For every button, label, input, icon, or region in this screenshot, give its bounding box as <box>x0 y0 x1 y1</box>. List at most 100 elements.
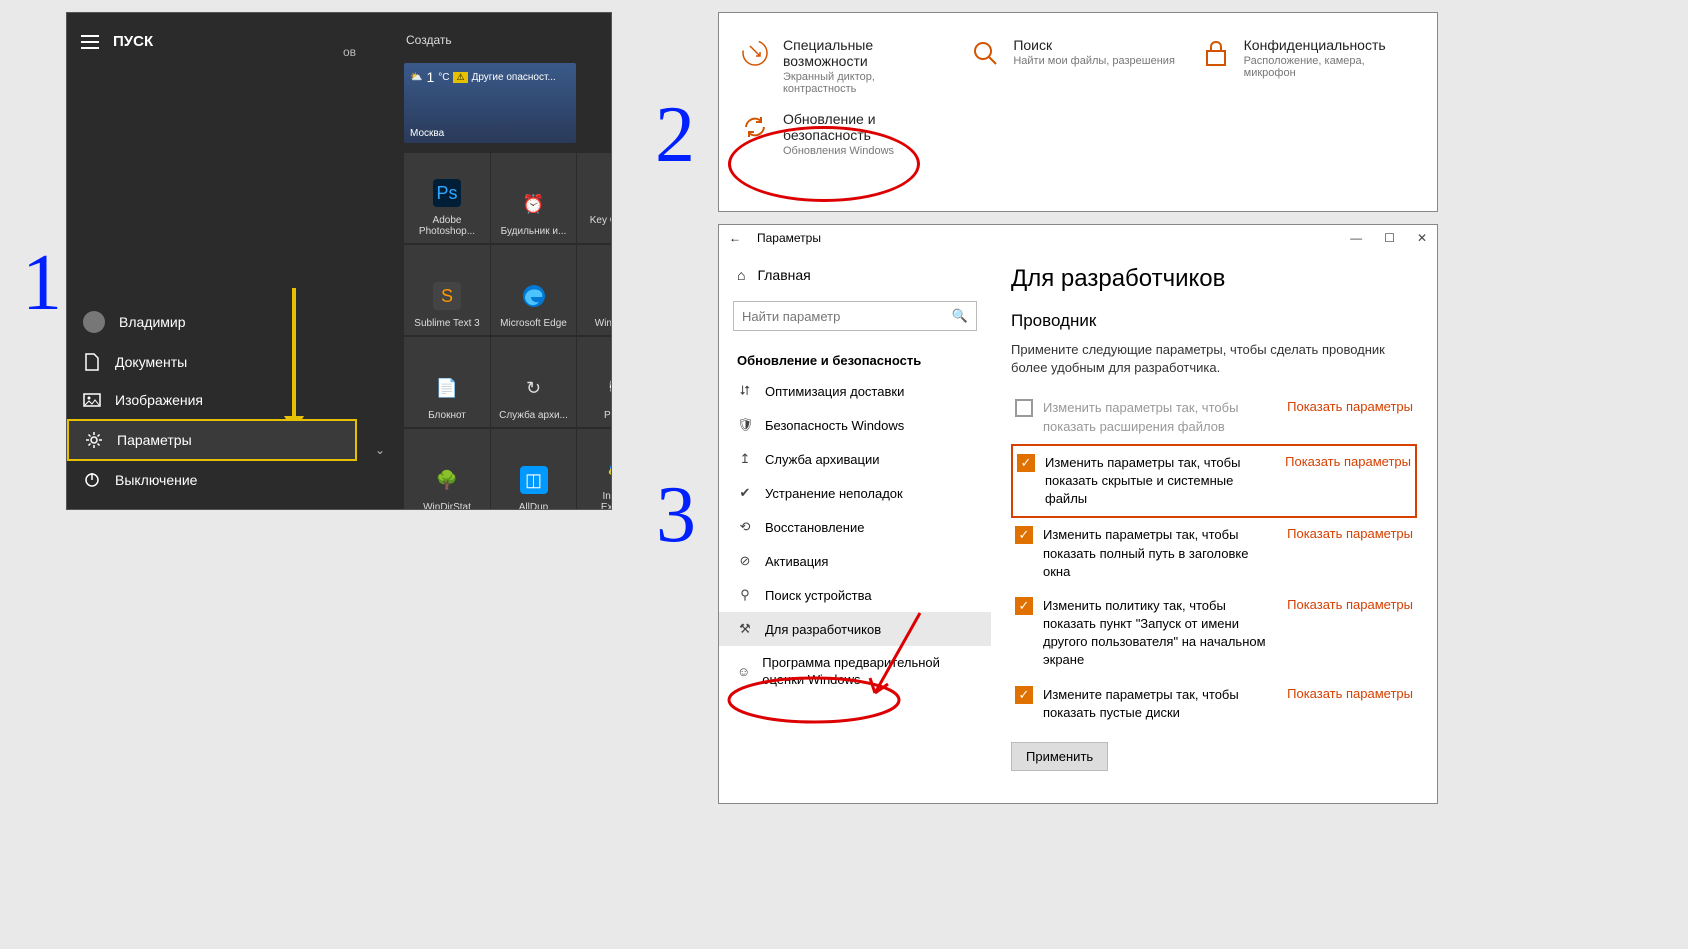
tile-notepad[interactable]: 📄 Блокнот <box>404 337 490 427</box>
tile-backup[interactable]: ↻Служба архи... <box>490 337 576 427</box>
expand-caret-icon[interactable]: ⌄ <box>375 443 385 457</box>
edge-icon <box>520 282 548 310</box>
nav-developers[interactable]: ⚒Для разработчиков <box>719 612 991 646</box>
option-label: Измените параметры так, чтобы показать п… <box>1043 686 1277 722</box>
tile-label: Internet Explorer <box>583 491 612 510</box>
show-params-link[interactable]: Показать параметры <box>1285 454 1411 469</box>
option-full-path[interactable]: ✓ Изменить параметры так, чтобы показать… <box>1011 518 1417 589</box>
group-header-create: Создать <box>406 33 452 47</box>
weather-icon: ⛅ <box>410 72 422 83</box>
update-icon <box>739 111 771 143</box>
section-desc: Примените следующие параметры, чтобы сде… <box>1011 341 1417 377</box>
tile-windscribe[interactable]: ⬢Windscribe <box>576 245 612 335</box>
developer-settings-window: ← Параметры — ☐ ✕ ⌂ Главная Найти параме… <box>718 224 1438 804</box>
desc: Обновления Windows <box>783 145 949 157</box>
show-params-link[interactable]: Показать параметры <box>1287 597 1413 612</box>
tile-label: AllDup <box>519 502 548 510</box>
tile-label: Key Collector 4.2 <box>583 215 612 237</box>
apply-button[interactable]: Применить <box>1011 742 1108 771</box>
tile-alldup[interactable]: ◫AllDup <box>490 429 576 510</box>
tile-ie[interactable]: Internet Explorer <box>576 429 612 510</box>
weather-tile[interactable]: ⛅ 1 °C ⚠ Другие опасност... Москва <box>404 63 576 143</box>
notepad-icon: 📄 <box>433 374 461 402</box>
tile-edge[interactable]: Microsoft Edge <box>490 245 576 335</box>
recovery-icon: ⟲ <box>737 519 753 535</box>
settings-search[interactable]: ПоискНайти мои файлы, разрешения <box>959 29 1189 103</box>
tile-label: Блокнот <box>428 410 466 421</box>
tile-windirstat[interactable]: 🌳WinDirStat <box>404 429 490 510</box>
title: Специальные возможности <box>783 37 949 69</box>
start-documents[interactable]: Документы <box>67 343 357 381</box>
avatar-icon <box>83 311 105 333</box>
label: Параметры <box>117 432 192 448</box>
nav-activation[interactable]: ⊘Активация <box>719 544 991 578</box>
nav-findmydevice[interactable]: ⚲Поиск устройства <box>719 578 991 612</box>
truncated-text: ов <box>343 45 356 59</box>
accessibility-icon <box>739 37 771 69</box>
start-settings[interactable]: Параметры <box>67 419 357 461</box>
tile-label: Sublime Text 3 <box>414 318 479 329</box>
nav-delivery[interactable]: ⮃Оптимизация доставки <box>719 374 991 408</box>
tile-alarm[interactable]: ⏰Будильник и... <box>490 153 576 243</box>
insider-icon: ☺ <box>737 664 750 679</box>
checkbox[interactable]: ✓ <box>1015 686 1033 704</box>
step-marker-1: 1 <box>22 238 62 329</box>
tile-label: WinDirStat <box>423 502 471 510</box>
title: Поиск <box>1013 37 1175 53</box>
tile-sublime[interactable]: SSublime Text 3 <box>404 245 490 335</box>
start-pictures[interactable]: Изображения <box>67 381 357 419</box>
start-power[interactable]: Выключение <box>67 461 357 499</box>
nav-backup[interactable]: ↥Служба архивации <box>719 442 991 476</box>
weather-city: Москва <box>410 128 444 139</box>
label: Устранение неполадок <box>765 486 903 501</box>
start-user[interactable]: Владимир <box>67 301 357 343</box>
step-marker-3: 3 <box>656 470 696 561</box>
close-button[interactable]: ✕ <box>1417 231 1427 245</box>
nav-recovery[interactable]: ⟲ Восстановление <box>719 510 991 544</box>
nav-home[interactable]: ⌂ Главная <box>719 259 991 291</box>
step-marker-2: 2 <box>655 90 695 181</box>
search-icon: 🔍 <box>952 308 968 324</box>
checkbox[interactable]: ✓ <box>1015 597 1033 615</box>
checkbox[interactable]: ✓ <box>1015 526 1033 544</box>
option-label: Изменить параметры так, чтобы показать с… <box>1045 454 1275 509</box>
checkbox[interactable]: ✓ <box>1017 454 1035 472</box>
option-run-as[interactable]: ✓ Изменить политику так, чтобы показать … <box>1011 589 1417 678</box>
tile-row: 📄 Блокнот ↻Служба архи... 🐑PDF24 <box>404 337 612 427</box>
maximize-button[interactable]: ☐ <box>1384 231 1395 245</box>
hamburger-icon[interactable] <box>81 35 99 49</box>
show-params-link[interactable]: Показать параметры <box>1287 399 1413 414</box>
image-icon <box>83 391 101 409</box>
show-params-link[interactable]: Показать параметры <box>1287 686 1413 701</box>
show-params-link[interactable]: Показать параметры <box>1287 526 1413 541</box>
option-label: Изменить параметры так, чтобы показать п… <box>1043 526 1277 581</box>
weather-alert: Другие опасност... <box>472 72 556 83</box>
tile-pdf24[interactable]: 🐑PDF24 <box>576 337 612 427</box>
search-input[interactable]: Найти параметр 🔍 <box>733 301 977 331</box>
settings-privacy[interactable]: КонфиденциальностьРасположение, камера, … <box>1190 29 1420 103</box>
label: Восстановление <box>765 520 864 535</box>
tile-photoshop[interactable]: PsAdobe Photoshop... <box>404 153 490 243</box>
back-icon[interactable]: ← <box>729 231 741 245</box>
tile-keycollector[interactable]: ◆Key Collector 4.2 <box>576 153 612 243</box>
pdf-icon: 🐑 <box>606 374 613 402</box>
nav-insider[interactable]: ☺Программа предварительной оценки Window… <box>719 646 991 698</box>
option-empty-drives[interactable]: ✓ Измените параметры так, чтобы показать… <box>1011 678 1417 730</box>
minimize-button[interactable]: — <box>1350 231 1362 245</box>
section-title: Проводник <box>1011 311 1417 331</box>
tile-row: SSublime Text 3 Microsoft Edge ⬢Windscri… <box>404 245 612 335</box>
label: Служба архивации <box>765 452 880 467</box>
title: Обновление и безопасность <box>783 111 949 143</box>
home-icon: ⌂ <box>737 267 745 283</box>
nav-security[interactable]: 🛡Безопасность Windows <box>719 408 991 442</box>
option-label: Изменить параметры так, чтобы показать р… <box>1043 399 1277 435</box>
option-hidden-files[interactable]: ✓ Изменить параметры так, чтобы показать… <box>1011 444 1417 519</box>
tile-label: Служба архи... <box>499 410 568 421</box>
settings-update[interactable]: Обновление и безопасность Обновления Wind… <box>729 103 959 165</box>
option-label: Изменить политику так, чтобы показать пу… <box>1043 597 1277 670</box>
option-extensions: ✓ Изменить параметры так, чтобы показать… <box>1011 391 1417 443</box>
delivery-icon: ⮃ <box>737 383 753 399</box>
nav-troubleshoot[interactable]: ✔Устранение неполадок <box>719 476 991 510</box>
start-title: ПУСК <box>113 33 153 50</box>
settings-accessibility[interactable]: Специальные возможностиЭкранный диктор, … <box>729 29 959 103</box>
